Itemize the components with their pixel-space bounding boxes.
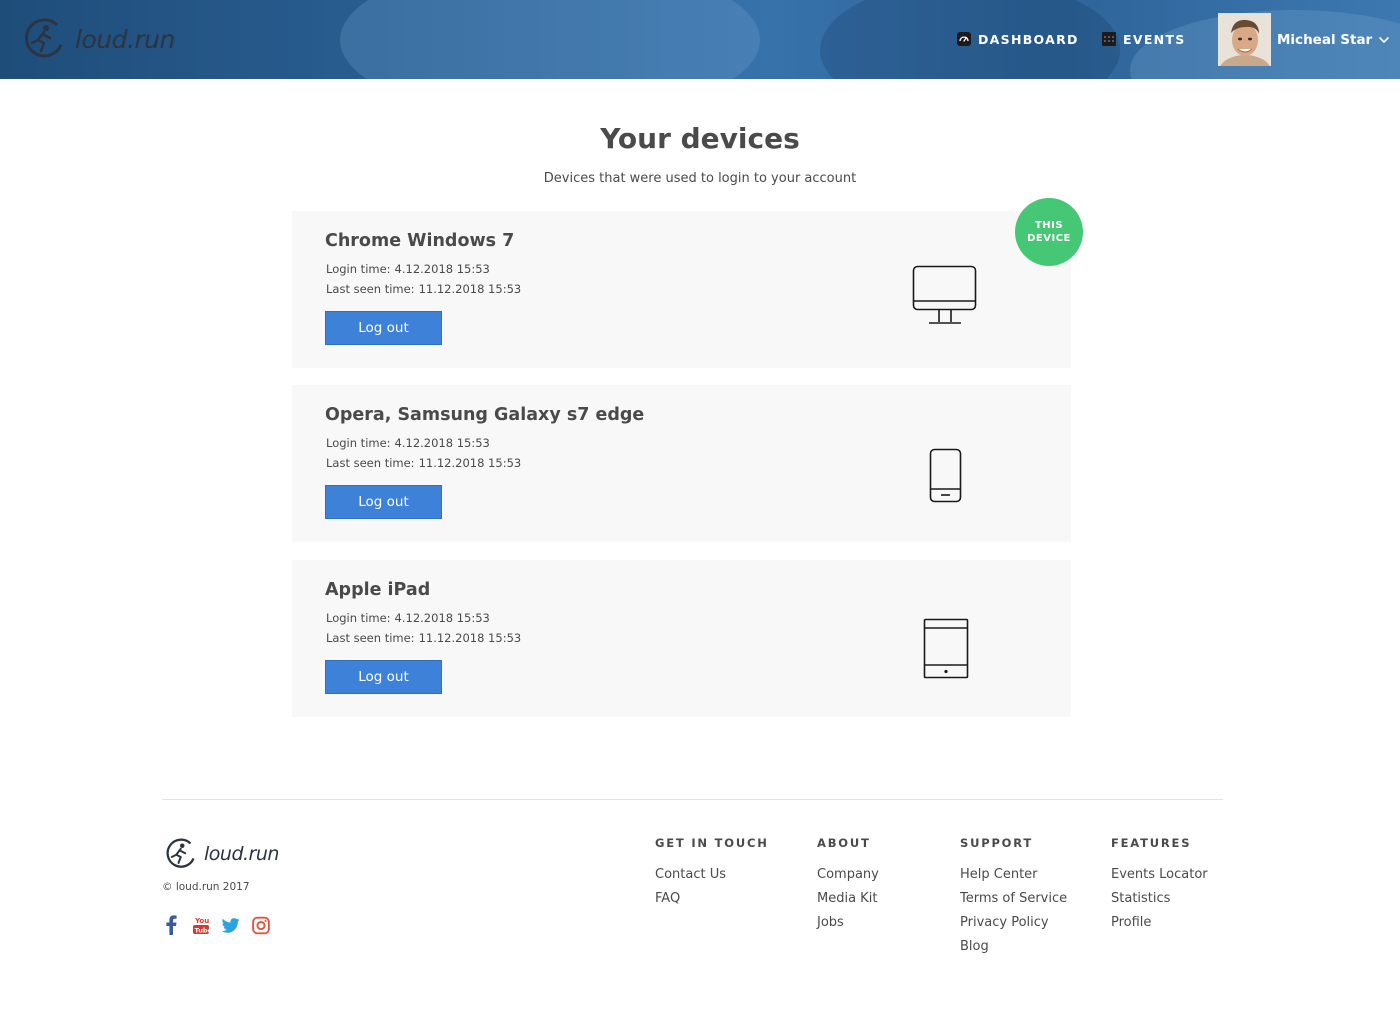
device-card: Apple iPad Login time: 4.12.2018 15:53 La… (292, 560, 1071, 717)
runner-logo-icon (24, 18, 63, 58)
login-time-label: Login time: (326, 262, 391, 276)
svg-text:You: You (194, 917, 209, 925)
login-time-value: 4.12.2018 15:53 (394, 436, 490, 450)
last-seen-label: Last seen time: (326, 456, 415, 470)
smartphone-icon (929, 448, 962, 503)
footer-column-get-in-touch: GET IN TOUCH Contact Us FAQ (655, 836, 769, 911)
footer-column-support: SUPPORT Help Center Terms of Service Pri… (960, 836, 1067, 959)
footer-link-events-locator[interactable]: Events Locator (1111, 863, 1208, 887)
login-time: Login time: 4.12.2018 15:53 (326, 436, 490, 450)
runner-logo-icon (166, 838, 195, 868)
footer-link-profile[interactable]: Profile (1111, 911, 1208, 935)
brand-name: loud.run (75, 24, 175, 54)
social-links: You Tube (162, 915, 282, 935)
footer-logo[interactable]: loud.run (162, 835, 279, 873)
last-seen-label: Last seen time: (326, 282, 415, 296)
login-time-label: Login time: (326, 436, 391, 450)
last-seen-value: 11.12.2018 15:53 (418, 282, 522, 296)
logout-button[interactable]: Log out (325, 311, 442, 345)
footer-link-blog[interactable]: Blog (960, 935, 1067, 959)
login-time: Login time: 4.12.2018 15:53 (326, 611, 490, 625)
footer-column-features: FEATURES Events Locator Statistics Profi… (1111, 836, 1208, 935)
nav-dashboard[interactable]: DASHBOARD (957, 30, 1079, 48)
desktop-monitor-icon (912, 265, 977, 324)
this-device-badge: THIS DEVICE (1015, 198, 1083, 266)
last-seen-time: Last seen time: 11.12.2018 15:53 (326, 456, 521, 470)
nav-dashboard-label: DASHBOARD (978, 31, 1079, 47)
last-seen-value: 11.12.2018 15:53 (418, 456, 522, 470)
header-background-texture (340, 0, 760, 79)
last-seen-label: Last seen time: (326, 631, 415, 645)
login-time-value: 4.12.2018 15:53 (394, 611, 490, 625)
login-time-label: Login time: (326, 611, 391, 625)
footer-link-help-center[interactable]: Help Center (960, 863, 1067, 887)
footer-link-faq[interactable]: FAQ (655, 887, 769, 911)
page-title: Your devices (600, 122, 800, 155)
user-menu[interactable]: Micheal Star (1218, 13, 1390, 66)
footer-link-statistics[interactable]: Statistics (1111, 887, 1208, 911)
device-card: Chrome Windows 7 Login time: 4.12.2018 15… (292, 211, 1071, 368)
logout-button[interactable]: Log out (325, 485, 442, 519)
last-seen-time: Last seen time: 11.12.2018 15:53 (326, 631, 521, 645)
svg-text:Tube: Tube (195, 927, 211, 935)
calendar-grid-icon (1102, 32, 1116, 46)
footer-column-about: ABOUT Company Media Kit Jobs (817, 836, 879, 935)
instagram-icon[interactable] (252, 915, 270, 935)
logout-button[interactable]: Log out (325, 660, 442, 694)
nav-events[interactable]: EVENTS (1102, 30, 1186, 48)
user-name: Micheal Star (1277, 31, 1373, 48)
device-name: Opera, Samsung Galaxy s7 edge (325, 405, 645, 425)
avatar[interactable] (1218, 13, 1271, 66)
footer-link-contact-us[interactable]: Contact Us (655, 863, 769, 887)
youtube-icon[interactable]: You Tube (192, 915, 210, 935)
footer-divider (162, 799, 1223, 800)
copyright: © loud.run 2017 (162, 881, 250, 893)
footer-link-privacy[interactable]: Privacy Policy (960, 911, 1067, 935)
dashboard-gauge-icon (957, 32, 971, 46)
footer-link-company[interactable]: Company (817, 863, 879, 887)
page-subtitle: Devices that were used to login to your … (543, 171, 857, 186)
user-photo-icon (1218, 13, 1271, 66)
footer-heading: GET IN TOUCH (655, 836, 769, 850)
nav-events-label: EVENTS (1123, 31, 1186, 47)
footer-heading: ABOUT (817, 836, 871, 850)
top-header: loud.run DASHBOARD EVENTS Micheal Star (0, 0, 1400, 79)
last-seen-time: Last seen time: 11.12.2018 15:53 (326, 282, 521, 296)
tablet-icon (923, 618, 969, 679)
footer-link-terms[interactable]: Terms of Service (960, 887, 1067, 911)
device-name: Chrome Windows 7 (325, 231, 515, 251)
footer-link-jobs[interactable]: Jobs (817, 911, 879, 935)
device-name: Apple iPad (325, 580, 431, 600)
device-card: Opera, Samsung Galaxy s7 edge Login time… (292, 385, 1071, 542)
facebook-icon[interactable] (162, 915, 180, 935)
chevron-down-icon[interactable] (1378, 34, 1390, 46)
footer-brand-name: loud.run (204, 843, 279, 865)
login-time-value: 4.12.2018 15:53 (394, 262, 490, 276)
login-time: Login time: 4.12.2018 15:53 (326, 262, 490, 276)
footer-heading: FEATURES (1111, 836, 1192, 850)
last-seen-value: 11.12.2018 15:53 (418, 631, 522, 645)
footer-link-media-kit[interactable]: Media Kit (817, 887, 879, 911)
brand-logo[interactable]: loud.run (19, 14, 175, 64)
footer-heading: SUPPORT (960, 836, 1034, 850)
twitter-icon[interactable] (222, 915, 240, 935)
